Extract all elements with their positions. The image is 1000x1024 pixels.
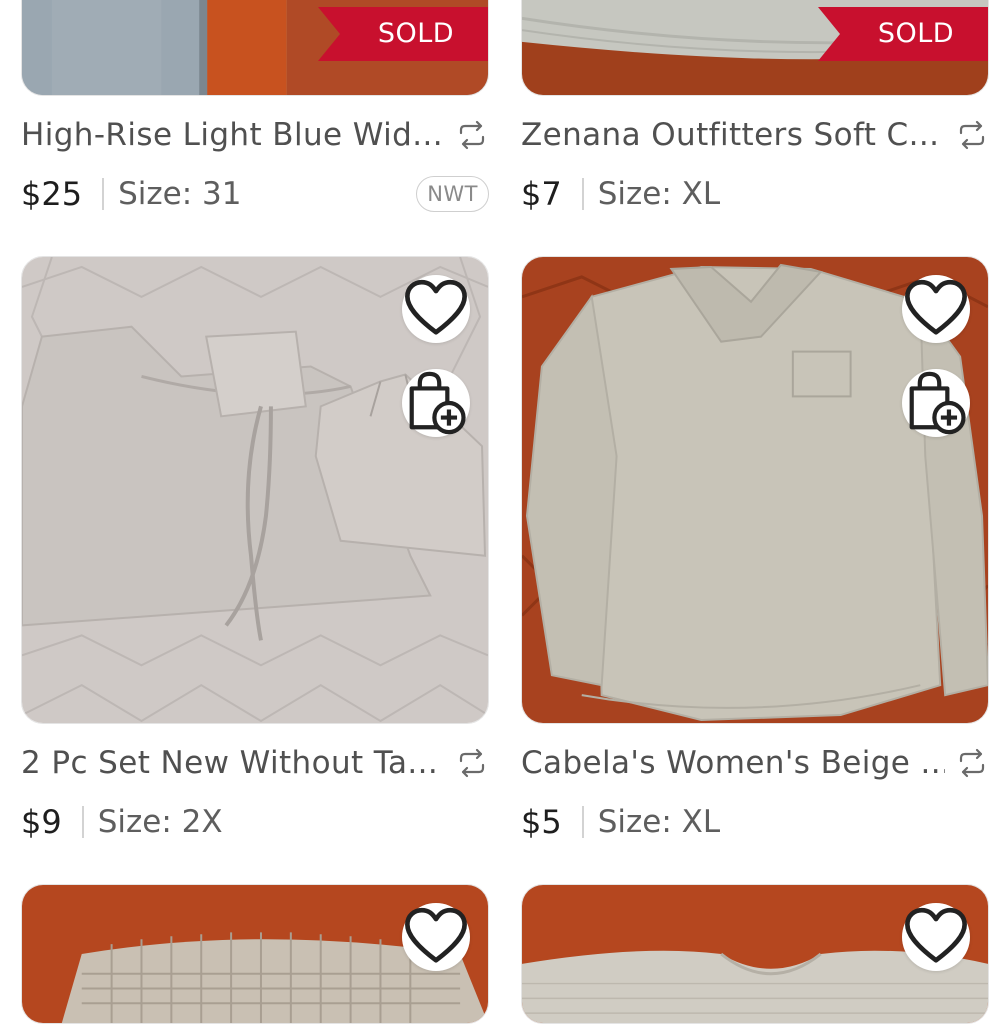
add-to-bag-button[interactable]: [902, 369, 970, 437]
listing-price: $7: [521, 175, 562, 213]
like-button[interactable]: [402, 903, 470, 971]
listing-meta: $7 Size: XL: [521, 174, 989, 214]
nwt-badge: NWT: [416, 176, 489, 212]
add-to-bag-icon: [409, 371, 466, 435]
like-button[interactable]: [902, 275, 970, 343]
listing-price: $25: [21, 175, 83, 213]
divider: [581, 178, 584, 210]
divider: [81, 806, 84, 838]
listing-title[interactable]: 2 Pc Set New Without Ta...: [21, 745, 445, 781]
like-button[interactable]: [402, 275, 470, 343]
listing-meta: $25 Size: 31 NWT: [21, 174, 489, 214]
listing-price: $9: [21, 803, 62, 841]
listing-photo[interactable]: [21, 256, 489, 724]
heart-icon: [905, 907, 967, 963]
listing-size: Size: XL: [597, 176, 721, 212]
listing-title[interactable]: High-Rise Light Blue Wid...: [21, 117, 445, 153]
sold-ribbon: SOLD: [318, 7, 488, 61]
sold-label: SOLD: [877, 18, 955, 49]
listing-photo[interactable]: SOLD: [21, 0, 489, 96]
listing-size: Size: 2X: [97, 804, 223, 840]
listing-title[interactable]: Cabela's Women's Beige ...: [521, 745, 945, 781]
heart-icon: [405, 907, 467, 963]
share-icon[interactable]: [455, 746, 489, 780]
listing-photo[interactable]: [521, 256, 989, 724]
listing-photo[interactable]: [21, 884, 489, 1024]
listing-meta: $9 Size: 2X: [21, 802, 489, 842]
share-icon[interactable]: [955, 746, 989, 780]
add-to-bag-icon: [909, 371, 966, 435]
listing-title-row[interactable]: Zenana Outfitters Soft C...: [521, 115, 989, 155]
sold-ribbon: SOLD: [818, 7, 988, 61]
listing-price: $5: [521, 803, 562, 841]
listing-meta: $5 Size: XL: [521, 802, 989, 842]
sold-label: SOLD: [377, 18, 455, 49]
heart-icon: [405, 279, 467, 335]
share-icon[interactable]: [955, 118, 989, 152]
listing-title-row[interactable]: Cabela's Women's Beige ...: [521, 743, 989, 783]
listing-title-row[interactable]: High-Rise Light Blue Wid...: [21, 115, 489, 155]
add-to-bag-button[interactable]: [402, 369, 470, 437]
divider: [102, 178, 105, 210]
listing-photo[interactable]: SOLD: [521, 0, 989, 96]
listing-title[interactable]: Zenana Outfitters Soft C...: [521, 117, 945, 153]
like-button[interactable]: [902, 903, 970, 971]
divider: [581, 806, 584, 838]
heart-icon: [905, 279, 967, 335]
listing-size: Size: 31: [118, 176, 242, 212]
listing-photo[interactable]: [521, 884, 989, 1024]
listing-title-row[interactable]: 2 Pc Set New Without Ta...: [21, 743, 489, 783]
listing-size: Size: XL: [597, 804, 721, 840]
share-icon[interactable]: [455, 118, 489, 152]
